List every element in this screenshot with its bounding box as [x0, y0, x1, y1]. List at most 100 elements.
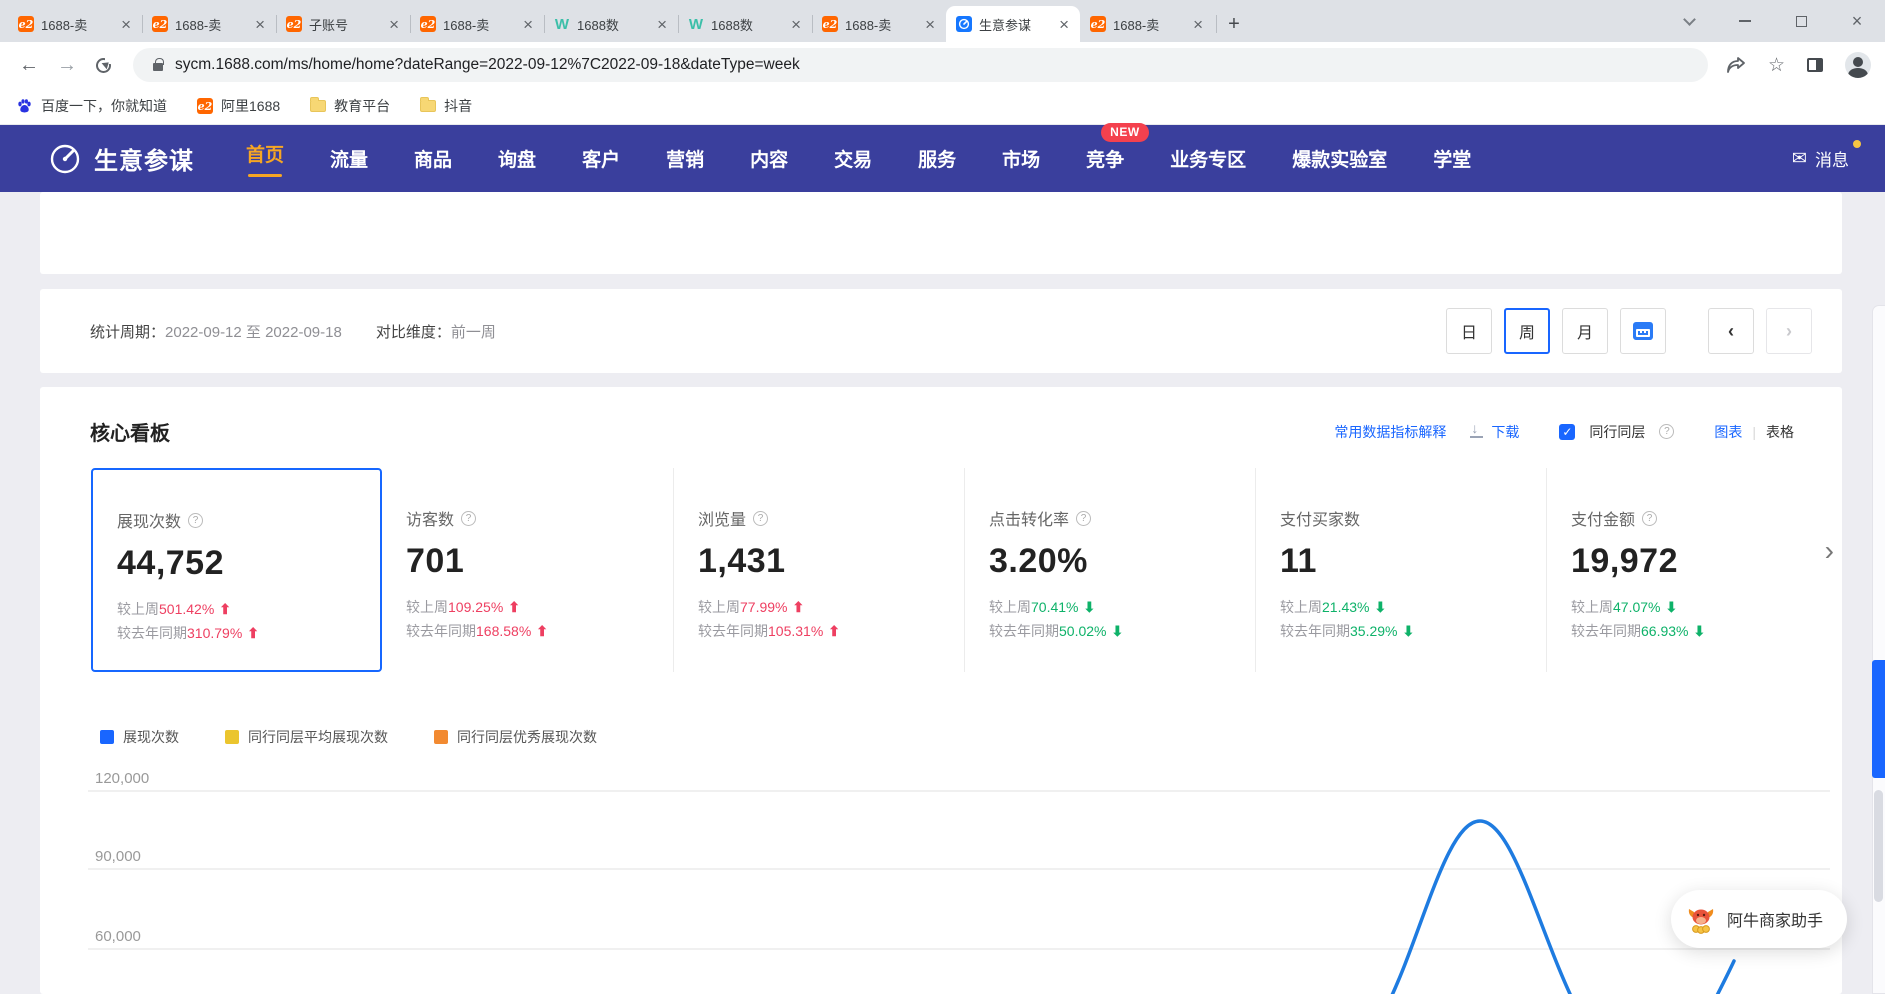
close-icon[interactable]: ×	[788, 15, 804, 34]
close-icon[interactable]: ×	[118, 15, 134, 34]
metric-explain-link[interactable]: 常用数据指标解释	[1334, 422, 1446, 442]
browser-tab-strip: e2 1688-卖 × e2 1688-卖 × e2 子账号 × e2 1688…	[0, 0, 1885, 42]
help-icon[interactable]: ?	[1659, 424, 1674, 439]
tab-search-chevron-icon[interactable]	[1661, 0, 1717, 42]
nav-item-content[interactable]: 内容	[750, 145, 788, 172]
nav-item-market[interactable]: 市场	[1002, 145, 1040, 172]
browser-tab[interactable]: e2 1688-卖 ×	[142, 6, 276, 42]
browser-tab[interactable]: e2 1688-卖 ×	[410, 6, 544, 42]
nav-item-marketing[interactable]: 营销	[666, 145, 704, 172]
browser-tab[interactable]: e2 子账号 ×	[276, 6, 410, 42]
close-icon[interactable]: ×	[1056, 15, 1072, 34]
granularity-day-button[interactable]: 日	[1446, 308, 1492, 354]
kpi-card-row: 展现次数? 44,752 较上周501.42% 较去年同期310.79% 访客数…	[91, 468, 1814, 672]
nav-item-product[interactable]: 商品	[414, 145, 452, 172]
kpi-card-impressions[interactable]: 展现次数? 44,752 较上周501.42% 较去年同期310.79%	[91, 468, 382, 672]
nav-item-inquiry[interactable]: 询盘	[498, 145, 536, 172]
help-icon[interactable]: ?	[1642, 511, 1657, 526]
kpi-value: 19,972	[1571, 542, 1827, 581]
close-icon[interactable]: ×	[252, 15, 268, 34]
legend-item-impressions[interactable]: 展现次数	[100, 727, 179, 747]
messages-button[interactable]: ✉ 消息	[1792, 146, 1849, 171]
granularity-week-button[interactable]: 周	[1504, 308, 1550, 354]
merchant-assistant-button[interactable]: 阿牛商家助手	[1671, 890, 1847, 948]
chart-view-toggle[interactable]: 图表	[1714, 422, 1742, 442]
kpi-value: 11	[1280, 542, 1536, 581]
kpi-card-paying-buyers[interactable]: 支付买家数 11 较上周21.43% 较去年同期35.29%	[1255, 468, 1546, 672]
bookmark-baidu[interactable]: 百度一下，你就知道	[16, 96, 167, 116]
granularity-month-button[interactable]: 月	[1562, 308, 1608, 354]
kpi-name: 浏览量	[698, 506, 746, 530]
lock-icon[interactable]	[153, 63, 163, 71]
kpi-card-visitors[interactable]: 访客数? 701 较上周109.25% 较去年同期168.58%	[382, 468, 673, 672]
download-icon[interactable]	[1470, 425, 1483, 438]
kpi-wow: 较上周501.42% 较去年同期310.79%	[117, 597, 370, 645]
scrollbar-thumb[interactable]	[1874, 790, 1883, 902]
side-panel-icon[interactable]	[1807, 58, 1823, 72]
tab-title: 生意参谋	[979, 15, 1049, 34]
kpi-name: 支付金额	[1571, 506, 1635, 530]
window-minimize-button[interactable]	[1717, 0, 1773, 42]
peer-layer-checkbox[interactable]: ✓	[1559, 424, 1575, 440]
close-icon[interactable]: ×	[386, 15, 402, 34]
nav-item-traffic[interactable]: 流量	[330, 145, 368, 172]
kpi-card-pageviews[interactable]: 浏览量? 1,431 较上周77.99% 较去年同期105.31%	[673, 468, 964, 672]
arrow-up-icon	[536, 623, 548, 639]
browser-tab[interactable]: W 1688数 ×	[678, 6, 812, 42]
nav-item-business-zone[interactable]: 业务专区	[1170, 145, 1246, 172]
help-icon[interactable]: ?	[1076, 511, 1091, 526]
kpi-card-payment-amount[interactable]: 支付金额? 19,972 较上周47.07% 较去年同期66.93%	[1546, 468, 1837, 672]
download-link[interactable]: 下载	[1491, 422, 1519, 442]
arrow-down-icon	[1083, 599, 1095, 615]
arrow-up-icon	[792, 599, 804, 615]
impressions-line-series-tail	[1686, 961, 1734, 994]
arrow-up-icon	[219, 601, 231, 617]
legend-item-peer-average[interactable]: 同行同层平均展现次数	[225, 727, 388, 747]
legend-item-peer-excellent[interactable]: 同行同层优秀展现次数	[434, 727, 597, 747]
trend-chart[interactable]: 120,000 90,000 60,000	[40, 753, 1842, 994]
share-icon[interactable]	[1726, 56, 1746, 74]
nav-item-service[interactable]: 服务	[918, 145, 956, 172]
side-feedback-tab[interactable]	[1872, 660, 1885, 778]
close-icon[interactable]: ×	[922, 15, 938, 34]
browser-tab[interactable]: e2 1688-卖 ×	[1080, 6, 1214, 42]
nav-item-academy[interactable]: 学堂	[1433, 145, 1471, 172]
kpi-carousel-next-icon[interactable]: ›	[1825, 537, 1834, 565]
brand-logo[interactable]: 生意参谋	[48, 141, 194, 176]
address-bar[interactable]: sycm.1688.com/ms/home/home?dateRange=202…	[133, 48, 1708, 82]
help-icon[interactable]: ?	[188, 513, 203, 528]
bookmark-ali1688[interactable]: e2 阿里1688	[197, 96, 280, 116]
browser-tab-active[interactable]: 生意参谋 ×	[946, 6, 1080, 42]
prev-period-button[interactable]: ‹	[1708, 308, 1754, 354]
calendar-picker-button[interactable]	[1620, 308, 1666, 354]
browser-tab[interactable]: e2 1688-卖 ×	[8, 6, 142, 42]
back-button[interactable]: ←	[10, 50, 48, 81]
browser-tab[interactable]: e2 1688-卖 ×	[812, 6, 946, 42]
close-icon[interactable]: ×	[520, 15, 536, 34]
browser-tab[interactable]: W 1688数 ×	[544, 6, 678, 42]
reload-icon[interactable]	[96, 58, 111, 73]
sycm-compass-icon	[956, 16, 972, 32]
bookmark-folder-edu[interactable]: 教育平台	[310, 96, 390, 116]
kpi-card-ctr[interactable]: 点击转化率? 3.20% 较上周70.41% 较去年同期50.02%	[964, 468, 1255, 672]
nav-item-home[interactable]: 首页	[246, 140, 284, 177]
table-view-toggle[interactable]: 表格	[1766, 422, 1794, 442]
window-restore-button[interactable]	[1773, 0, 1829, 42]
compass-logo-icon	[48, 142, 82, 176]
help-icon[interactable]: ?	[461, 511, 476, 526]
forward-button[interactable]: →	[48, 50, 86, 81]
nav-item-competition[interactable]: 竞争 NEW	[1086, 145, 1124, 172]
bookmark-star-icon[interactable]: ☆	[1768, 54, 1785, 77]
nav-item-trade[interactable]: 交易	[834, 145, 872, 172]
close-icon[interactable]: ×	[1190, 15, 1206, 34]
close-icon[interactable]: ×	[654, 15, 670, 34]
next-period-button[interactable]: ›	[1766, 308, 1812, 354]
nav-item-customer[interactable]: 客户	[582, 145, 620, 172]
bookmark-folder-douyin[interactable]: 抖音	[420, 96, 472, 116]
help-icon[interactable]: ?	[753, 511, 768, 526]
profile-avatar[interactable]	[1845, 52, 1871, 78]
nav-item-hot-lab[interactable]: 爆款实验室	[1292, 145, 1387, 172]
calendar-icon	[1633, 322, 1653, 340]
new-tab-button[interactable]: +	[1220, 10, 1248, 38]
window-close-button[interactable]: ×	[1829, 0, 1885, 42]
